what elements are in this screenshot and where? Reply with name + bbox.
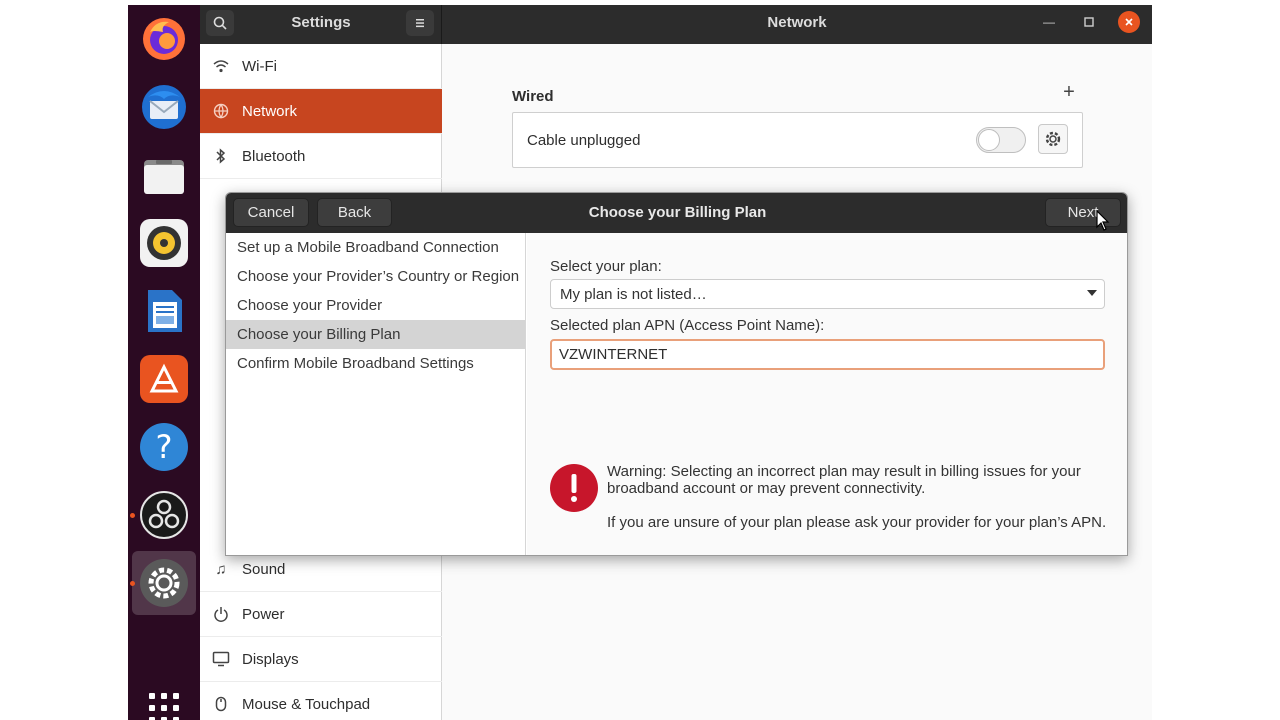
warning-note: If you are unsure of your plan please as… (607, 514, 1107, 531)
files-icon (140, 151, 188, 199)
obs-icon (140, 491, 188, 539)
dock: ? (128, 5, 200, 720)
sidebar-item-label: Network (242, 102, 298, 120)
maximize-icon (1084, 17, 1094, 27)
dock-ubuntu-software[interactable] (132, 347, 196, 411)
add-connection-button[interactable]: + (1057, 80, 1081, 104)
network-icon (200, 103, 242, 119)
sidebar-item-network[interactable]: Network (200, 89, 442, 134)
mouse-pointer-icon (1096, 210, 1110, 231)
wired-section-title: Wired (512, 88, 554, 105)
dock-settings[interactable] (130, 551, 196, 615)
dock-libreoffice-writer[interactable] (132, 279, 196, 343)
sidebar-item-wifi[interactable]: Wi-Fi (200, 44, 442, 89)
display-icon (200, 651, 242, 667)
settings-gear-icon (140, 559, 188, 607)
warning-icon (550, 464, 598, 512)
bluetooth-icon (200, 148, 242, 164)
step-setup: Set up a Mobile Broadband Connection (237, 239, 499, 256)
plan-select-value: My plan is not listed… (560, 286, 707, 303)
step-country: Choose your Provider’s Country or Region (237, 268, 520, 285)
cancel-button[interactable]: Cancel (233, 198, 309, 227)
sidebar-item-bluetooth[interactable]: Bluetooth (200, 134, 442, 179)
help-icon: ? (140, 423, 188, 471)
dock-obs-studio[interactable] (130, 483, 196, 547)
show-applications-icon[interactable] (149, 693, 179, 720)
close-icon (1125, 18, 1133, 26)
music-note-icon: ♫ (215, 560, 227, 578)
sidebar-item-mouse-touchpad[interactable]: Mouse & Touchpad (200, 682, 442, 720)
step-billing-plan: Choose your Billing Plan (226, 320, 525, 349)
header-bar: Settings Network — (200, 5, 1152, 44)
toggle-knob (978, 129, 1000, 151)
minimize-button[interactable]: — (1038, 11, 1060, 33)
wifi-icon (200, 59, 242, 73)
dock-files[interactable] (132, 143, 196, 207)
assistant-steps: Set up a Mobile Broadband Connection Cho… (226, 233, 526, 555)
dock-help[interactable]: ? (132, 415, 196, 479)
warning-text: Warning: Selecting an incorrect plan may… (607, 463, 1081, 497)
dock-firefox[interactable] (132, 7, 196, 71)
power-icon (200, 606, 242, 622)
plan-label: Select your plan: (550, 258, 662, 275)
sidebar-item-displays[interactable]: Displays (200, 637, 442, 682)
sidebar-item-label: Power (242, 605, 285, 623)
firefox-icon (140, 15, 188, 63)
chevron-down-icon (1087, 290, 1097, 296)
billing-plan-form: Select your plan: My plan is not listed…… (527, 233, 1127, 555)
hamburger-menu-icon (416, 19, 424, 28)
back-button[interactable]: Back (317, 198, 392, 227)
writer-icon (140, 287, 188, 335)
menu-button[interactable] (406, 10, 434, 36)
apn-label: Selected plan APN (Access Point Name): (550, 317, 825, 334)
sidebar-item-label: Displays (242, 650, 299, 668)
step-provider: Choose your Provider (237, 297, 383, 314)
plan-select[interactable]: My plan is not listed… (550, 279, 1105, 309)
dialog-header: Cancel Back Choose your Billing Plan Nex… (226, 193, 1127, 233)
thunderbird-icon (140, 83, 188, 131)
dock-rhythmbox[interactable] (132, 211, 196, 275)
dock-thunderbird[interactable] (132, 75, 196, 139)
apn-input[interactable] (550, 339, 1105, 370)
wired-toggle[interactable] (976, 127, 1026, 153)
sidebar-item-label: Mouse & Touchpad (242, 695, 371, 713)
rhythmbox-icon (140, 219, 188, 267)
running-indicator (130, 513, 135, 518)
wired-settings-button[interactable] (1038, 124, 1068, 154)
running-indicator (130, 581, 135, 586)
sidebar-header: Settings (200, 5, 442, 44)
sidebar-item-label: Sound (242, 560, 286, 578)
step-confirm: Confirm Mobile Broadband Settings (237, 355, 474, 372)
gear-icon (1045, 131, 1061, 147)
minimize-icon: — (1043, 15, 1055, 29)
billing-plan-dialog: Cancel Back Choose your Billing Plan Nex… (225, 192, 1128, 556)
cable-status: Cable unplugged (527, 132, 641, 149)
sidebar-item-label: Wi-Fi (242, 57, 277, 75)
mouse-icon (200, 696, 242, 712)
sidebar-item-label: Bluetooth (242, 147, 306, 165)
software-store-icon (140, 355, 188, 403)
close-button[interactable] (1118, 11, 1140, 33)
sidebar-item-power[interactable]: Power (200, 592, 442, 637)
maximize-button[interactable] (1078, 11, 1100, 33)
wired-connection-row: Cable unplugged (512, 112, 1083, 168)
